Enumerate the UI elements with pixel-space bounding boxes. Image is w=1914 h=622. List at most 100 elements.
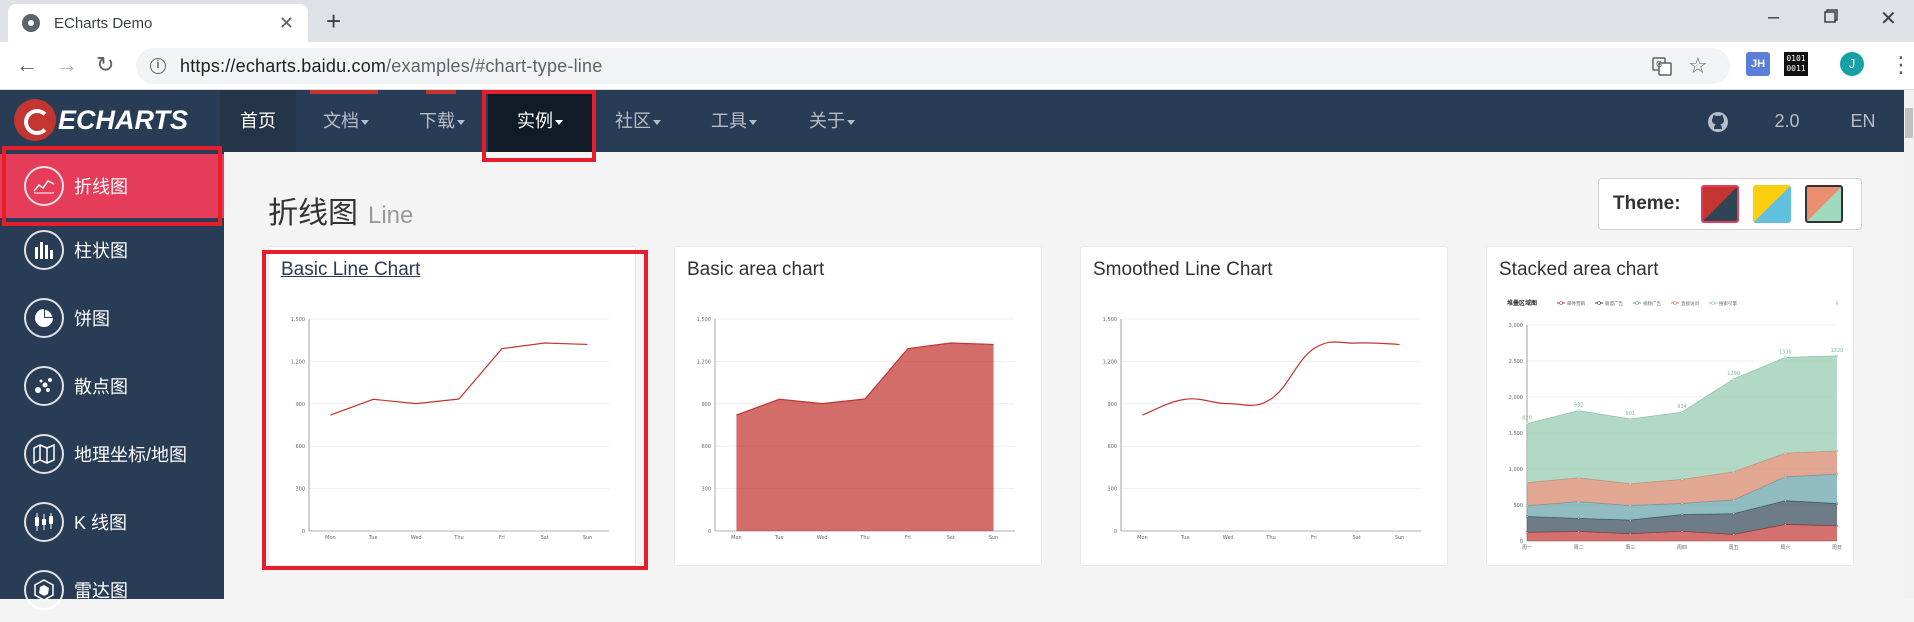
legend-marker [1712, 302, 1715, 305]
card-title[interactable]: Smoothed Line Chart [1093, 259, 1273, 281]
sidebar-item-label: 柱状图 [74, 237, 128, 263]
new-tab-button[interactable]: + [326, 8, 341, 34]
nav-download[interactable]: 下载 [402, 90, 482, 152]
binary-extension-icon[interactable]: 0101 0011 [1784, 52, 1808, 76]
nav-docs[interactable]: 文档 [306, 90, 386, 152]
sidebar-item-label: 地理坐标/地图 [74, 441, 187, 467]
map-icon [24, 434, 64, 474]
y-tick-label: 1,200 [697, 359, 711, 365]
chart-thumbnail[interactable]: 05001,0001,5002,0002,5003,000周一周二周三周四周五周… [1497, 295, 1845, 559]
x-tick-label: Tue [1180, 535, 1190, 541]
y-tick-label: 900 [701, 402, 711, 408]
example-card-stacked-area[interactable]: Stacked area chart 05001,0001,5002,0002,… [1486, 246, 1854, 566]
legend-marker [1674, 302, 1677, 305]
nav-tools[interactable]: 工具 [694, 90, 774, 152]
reload-icon[interactable]: ↻ [96, 52, 114, 78]
chart-svg: 05001,0001,5002,0002,5003,000周一周二周三周四周五周… [1497, 295, 1845, 559]
y-tick-label: 2,000 [1509, 395, 1523, 401]
x-tick-label: Wed [817, 535, 828, 541]
card-title[interactable]: Stacked area chart [1499, 259, 1658, 281]
highlight-examples [482, 90, 596, 162]
y-tick-label: 600 [701, 444, 711, 450]
restore-icon[interactable] [1824, 6, 1838, 29]
data-label: 1290 [1727, 371, 1740, 377]
close-tab-icon[interactable]: ✕ [279, 13, 294, 34]
legend-label: 联盟广告 [1605, 300, 1623, 307]
sidebar-item-map[interactable]: 地理坐标/地图 [0, 422, 224, 486]
y-tick-label: 2,500 [1509, 359, 1523, 365]
legend-label: 视频广告 [1643, 300, 1661, 307]
x-tick-label: 周四 [1677, 545, 1687, 551]
theme-default-swatch[interactable] [1701, 185, 1739, 223]
x-tick-label: Sat [1353, 535, 1361, 541]
profile-avatar[interactable]: J [1840, 52, 1864, 76]
forward-icon[interactable]: → [56, 52, 78, 78]
candlestick-icon [24, 502, 64, 542]
highlight-line-category [2, 146, 222, 226]
y-tick-label: 3,000 [1509, 323, 1523, 329]
sidebar-item-bar[interactable]: 柱状图 [0, 218, 224, 282]
browser-tab-strip: ECharts Demo ✕ + – ✕ [0, 0, 1914, 42]
card-title[interactable]: Basic area chart [687, 259, 824, 281]
x-tick-label: 周二 [1574, 545, 1584, 551]
close-window-icon[interactable]: ✕ [1880, 6, 1897, 31]
y-tick-label: 1,500 [1509, 431, 1523, 437]
y-tick-label: 600 [1107, 444, 1117, 450]
nav-community[interactable]: 社区 [598, 90, 678, 152]
theme-light-swatch[interactable] [1753, 185, 1791, 223]
url-field[interactable]: i https://echarts.baidu.com/examples/#ch… [136, 48, 1730, 84]
data-label: 932 [1574, 403, 1584, 409]
nav-home[interactable]: 首页 [220, 90, 296, 152]
theme-dark-swatch[interactable] [1805, 185, 1843, 223]
x-tick-label: 周三 [1625, 545, 1635, 551]
bookmark-star-icon[interactable]: ☆ [1688, 48, 1708, 84]
back-icon[interactable]: ← [16, 52, 38, 78]
translate-icon[interactable]: G [1652, 48, 1672, 84]
browser-tab[interactable]: ECharts Demo ✕ [8, 4, 308, 42]
series-line [1142, 342, 1399, 415]
theme-label: Theme: [1613, 193, 1681, 215]
sidebar-item-candlestick[interactable]: K 线图 [0, 490, 224, 554]
tab-title: ECharts Demo [54, 15, 279, 32]
bar-chart-icon [24, 230, 64, 270]
y-tick-label: 900 [1107, 402, 1117, 408]
x-tick-label: Tue [774, 535, 784, 541]
page-scrollbar[interactable] [1904, 90, 1914, 599]
sidebar-item-radar[interactable]: 雷达图 [0, 558, 224, 622]
sidebar-item-label: 雷达图 [74, 577, 128, 603]
minimize-icon[interactable]: – [1768, 6, 1779, 29]
legend-marker [1636, 302, 1639, 305]
x-tick-label: Thu [859, 535, 869, 541]
menu-icon[interactable]: ⋮ [1890, 52, 1912, 78]
sidebar-item-scatter[interactable]: 散点图 [0, 354, 224, 418]
github-icon[interactable] [1700, 90, 1736, 152]
caret-down-icon [457, 120, 465, 125]
x-tick-label: Sun [989, 535, 999, 541]
x-tick-label: Sun [1395, 535, 1405, 541]
example-card-smoothed-line[interactable]: Smoothed Line Chart 03006009001,2001,500… [1080, 246, 1448, 566]
logo-mark-icon [14, 99, 56, 141]
data-point [1681, 411, 1683, 413]
chart-svg: 03006009001,2001,500MonTueWedThuFriSatSu… [685, 295, 1033, 559]
jh-extension-icon[interactable]: JH [1746, 52, 1770, 76]
version-link[interactable]: 2.0 [1762, 90, 1812, 152]
svg-text:G: G [1656, 60, 1662, 69]
sidebar-item-pie[interactable]: 饼图 [0, 286, 224, 350]
data-label: 934 [1677, 404, 1687, 410]
highlight-basic-line-card [262, 250, 648, 570]
data-point [1526, 423, 1528, 425]
x-tick-label: Fri [905, 535, 911, 541]
info-icon[interactable]: i [150, 58, 166, 74]
chart-thumbnail[interactable]: 03006009001,2001,500MonTueWedThuFriSatSu… [685, 295, 1033, 559]
pie-chart-icon [24, 298, 64, 338]
y-tick-label: 0 [1114, 529, 1117, 535]
nav-about[interactable]: 关于 [792, 90, 872, 152]
scrollbar-thumb[interactable] [1905, 108, 1913, 138]
data-point [1578, 410, 1580, 412]
y-tick-label: 1,500 [1103, 317, 1117, 323]
lang-switch[interactable]: EN [1838, 90, 1888, 152]
echarts-logo[interactable]: ECHARTS [14, 99, 188, 141]
example-card-basic-area[interactable]: Basic area chart 03006009001,2001,500Mon… [674, 246, 1042, 566]
caret-down-icon [749, 120, 757, 125]
chart-thumbnail[interactable]: 03006009001,2001,500MonTueWedThuFriSatSu… [1091, 295, 1439, 559]
